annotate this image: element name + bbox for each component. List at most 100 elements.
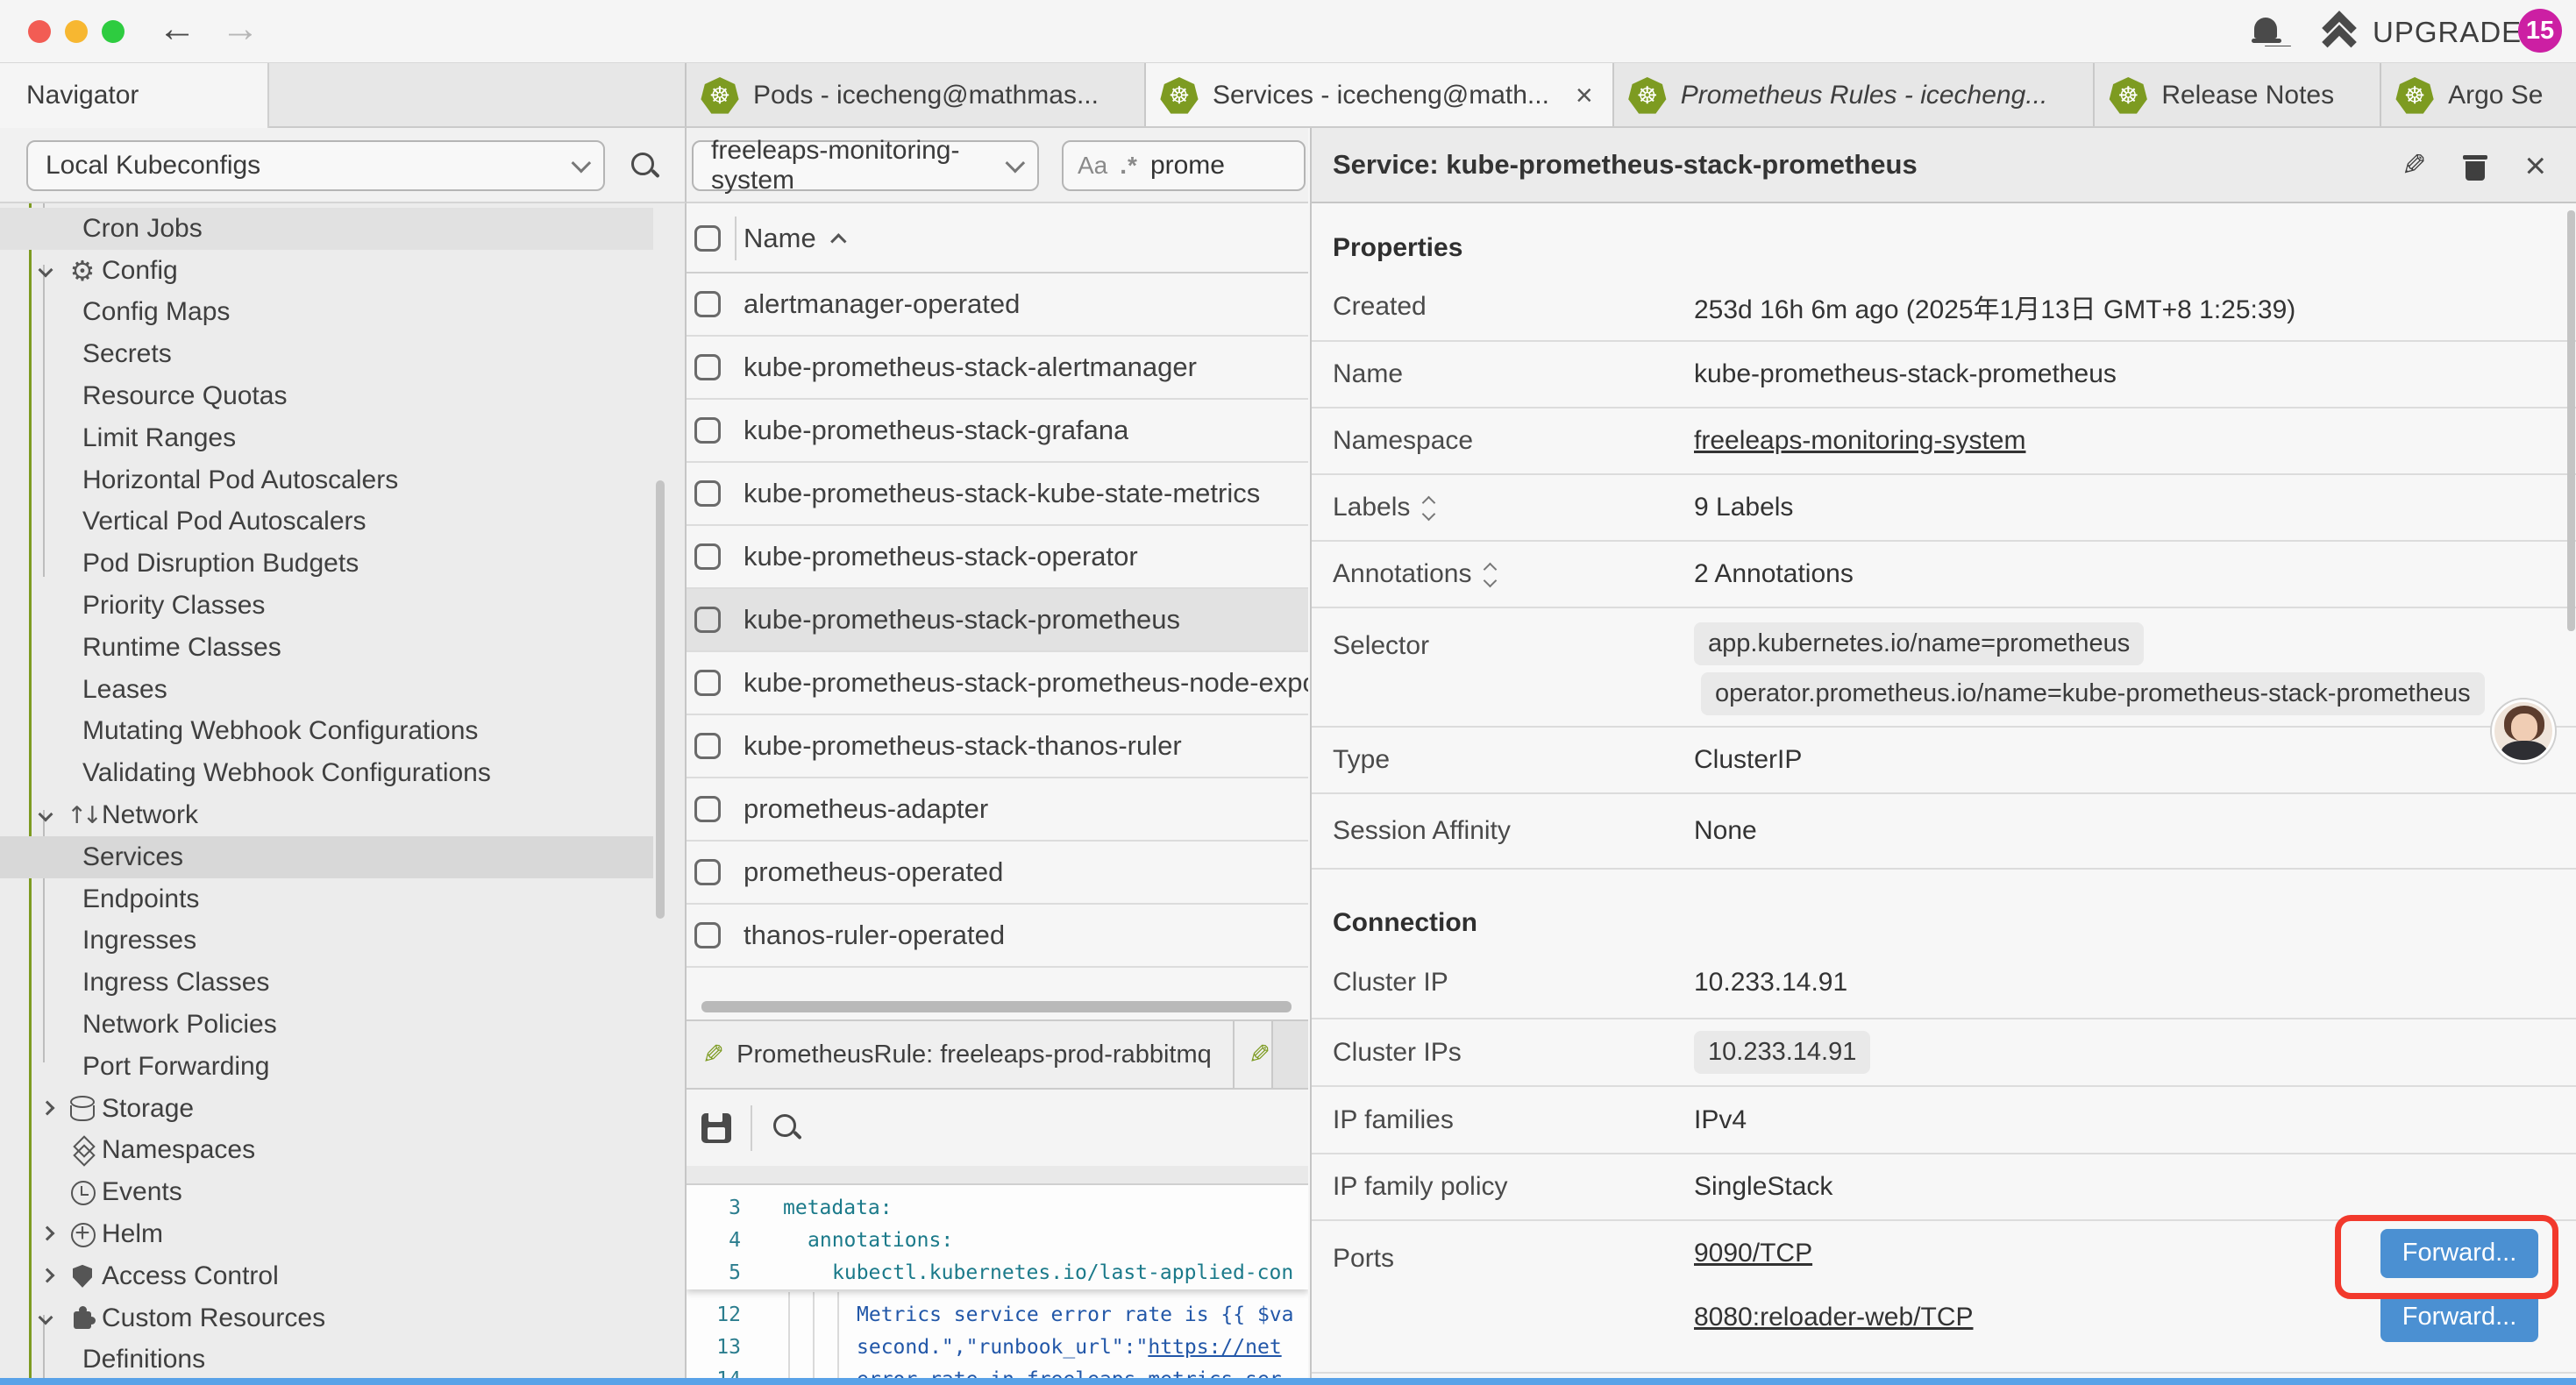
select-all-checkbox[interactable] xyxy=(694,225,721,252)
service-row[interactable]: prometheus-operated xyxy=(687,842,1308,905)
row-checkbox[interactable] xyxy=(694,607,721,633)
forward-button[interactable]: Forward... xyxy=(2380,1293,2538,1342)
service-row[interactable]: alertmanager-operated xyxy=(687,273,1308,337)
tab-navigator[interactable]: Navigator xyxy=(0,63,269,128)
row-checkbox[interactable] xyxy=(694,922,721,948)
sidebar-item[interactable]: Mutating Webhook Configurations xyxy=(0,711,653,753)
expand-chevron-icon[interactable] xyxy=(40,1226,55,1241)
back-arrow-icon[interactable]: ← xyxy=(158,7,196,51)
upgrade-button[interactable]: UPGRADE xyxy=(2373,16,2522,49)
close-tab-icon[interactable]: × xyxy=(1576,79,1593,113)
sidebar-item[interactable]: Network xyxy=(0,794,653,836)
regex-toggle[interactable]: .* xyxy=(1120,152,1138,180)
service-row[interactable]: kube-prometheus-stack-alertmanager xyxy=(687,337,1308,400)
sidebar-item[interactable]: Validating Webhook Configurations xyxy=(0,752,653,794)
name-column-header[interactable]: Name xyxy=(744,223,842,254)
expand-chevron-icon[interactable] xyxy=(39,262,53,277)
editor-tab[interactable]: ✎ PrometheusRule: freeleaps-prod-rabbitm… xyxy=(687,1021,1235,1088)
port-link[interactable]: 8080:reloader-web/TCP xyxy=(1694,1303,1974,1332)
sidebar-item[interactable]: Horizontal Pod Autoscalers xyxy=(0,459,653,501)
sidebar-item[interactable]: Definitions xyxy=(0,1339,653,1381)
sidebar-item[interactable]: Limit Ranges xyxy=(0,417,653,459)
sidebar-item[interactable]: Cron Jobs xyxy=(0,208,653,250)
save-icon[interactable] xyxy=(701,1113,731,1143)
user-badge[interactable]: 15 xyxy=(2518,9,2562,53)
editor-tab-partial[interactable]: ✎ xyxy=(1235,1021,1273,1088)
kubeconfig-select[interactable]: Local Kubeconfigs xyxy=(26,140,605,191)
maximize-window-button[interactable] xyxy=(102,20,125,43)
namespace-link[interactable]: freeleaps-monitoring-system xyxy=(1694,426,2025,456)
close-panel-icon[interactable]: × xyxy=(2524,147,2546,184)
delete-service-icon[interactable] xyxy=(2463,150,2487,181)
sidebar-item[interactable]: Config Maps xyxy=(0,292,653,334)
sidebar-item[interactable]: Ingress Classes xyxy=(0,962,653,1004)
sidebar-item[interactable]: Leases xyxy=(0,669,653,711)
search-icon[interactable] xyxy=(630,151,661,182)
sidebar-item[interactable]: Events xyxy=(0,1171,653,1213)
avatar[interactable] xyxy=(2492,700,2555,763)
labels-expander-icon[interactable] xyxy=(1422,494,1436,521)
sidebar-item[interactable]: Services xyxy=(0,836,653,878)
workspace-tab[interactable]: Release Notes xyxy=(2095,63,2381,128)
expand-chevron-icon[interactable] xyxy=(39,807,53,822)
yaml-editor[interactable]: 3 metadata: 4 annotations: 5 kubectl.kub… xyxy=(687,1185,1308,1385)
workspace-tab[interactable]: Services - icecheng@math... × xyxy=(1146,63,1614,128)
service-row[interactable]: kube-prometheus-stack-prometheus xyxy=(687,589,1308,652)
sidebar-item[interactable]: Priority Classes xyxy=(0,585,653,627)
sidebar-item[interactable]: Port Forwarding xyxy=(0,1046,653,1088)
sidebar-item[interactable]: Storage xyxy=(0,1088,653,1130)
detail-panel-scrollbar[interactable] xyxy=(2567,210,2575,631)
service-row[interactable]: prometheus-adapter xyxy=(687,778,1308,842)
sidebar-item-label: Network xyxy=(102,800,198,830)
expand-chevron-icon[interactable] xyxy=(40,1268,55,1282)
horizontal-scrollbar[interactable] xyxy=(701,1001,1292,1012)
row-checkbox[interactable] xyxy=(694,796,721,822)
service-row[interactable]: kube-prometheus-stack-thanos-ruler xyxy=(687,715,1308,778)
sidebar-item[interactable]: Helm xyxy=(0,1213,653,1255)
service-row[interactable]: kube-prometheus-stack-prometheus-node-ex… xyxy=(687,652,1308,715)
sidebar-scrollbar[interactable] xyxy=(656,480,665,919)
row-checkbox[interactable] xyxy=(694,291,721,317)
workspace-tab[interactable]: Argo Se xyxy=(2381,63,2576,128)
sidebar-item[interactable]: Runtime Classes xyxy=(0,627,653,669)
expand-chevron-icon[interactable] xyxy=(39,1310,53,1325)
editor-search-icon[interactable] xyxy=(772,1112,803,1144)
sidebar-item[interactable]: Pod Disruption Budgets xyxy=(0,543,653,585)
service-search-input[interactable]: Aa .* prome xyxy=(1062,140,1306,191)
forward-arrow-icon[interactable]: → xyxy=(221,7,260,51)
namespace-select[interactable]: freeleaps-monitoring-system xyxy=(692,140,1039,191)
sidebar-item[interactable]: Network Policies xyxy=(0,1004,653,1046)
notifications-bell-icon[interactable] xyxy=(2252,16,2281,47)
sidebar-item[interactable]: Custom Resources xyxy=(0,1297,653,1339)
sidebar-item[interactable]: Vertical Pod Autoscalers xyxy=(0,501,653,543)
row-checkbox[interactable] xyxy=(694,480,721,507)
sidebar-item[interactable]: Config xyxy=(0,250,653,292)
row-checkbox[interactable] xyxy=(694,417,721,444)
sidebar-item[interactable]: Ingresses xyxy=(0,920,653,962)
sidebar-item[interactable]: Access Control xyxy=(0,1255,653,1297)
close-window-button[interactable] xyxy=(28,20,51,43)
service-row[interactable]: kube-prometheus-stack-operator xyxy=(687,526,1308,589)
row-checkbox[interactable] xyxy=(694,859,721,885)
sidebar-item[interactable]: Endpoints xyxy=(0,878,653,920)
edit-service-icon[interactable]: ✎ xyxy=(2402,148,2427,183)
sidebar-item[interactable]: Secrets xyxy=(0,333,653,375)
service-row[interactable]: thanos-ruler-operated xyxy=(687,905,1308,968)
code-link[interactable]: https://net xyxy=(1148,1336,1281,1359)
sidebar-item[interactable]: Resource Quotas xyxy=(0,375,653,417)
service-row[interactable]: kube-prometheus-stack-kube-state-metrics xyxy=(687,463,1308,526)
sidebar-item[interactable]: Namespaces xyxy=(0,1130,653,1172)
service-row[interactable]: kube-prometheus-stack-grafana xyxy=(687,400,1308,463)
row-checkbox[interactable] xyxy=(694,733,721,759)
row-checkbox[interactable] xyxy=(694,670,721,696)
row-checkbox[interactable] xyxy=(694,354,721,380)
minimize-window-button[interactable] xyxy=(65,20,88,43)
workspace-tab[interactable]: Pods - icecheng@mathmas... xyxy=(687,63,1146,128)
port-link[interactable]: 9090/TCP xyxy=(1694,1239,1812,1268)
match-case-toggle[interactable]: Aa xyxy=(1078,152,1107,180)
annotations-expander-icon[interactable] xyxy=(1484,561,1498,587)
row-checkbox[interactable] xyxy=(694,543,721,570)
expand-chevron-icon[interactable] xyxy=(40,1100,55,1115)
upgrade-chevrons-icon[interactable] xyxy=(2322,14,2359,49)
workspace-tab[interactable]: Prometheus Rules - icecheng... xyxy=(1614,63,2096,128)
